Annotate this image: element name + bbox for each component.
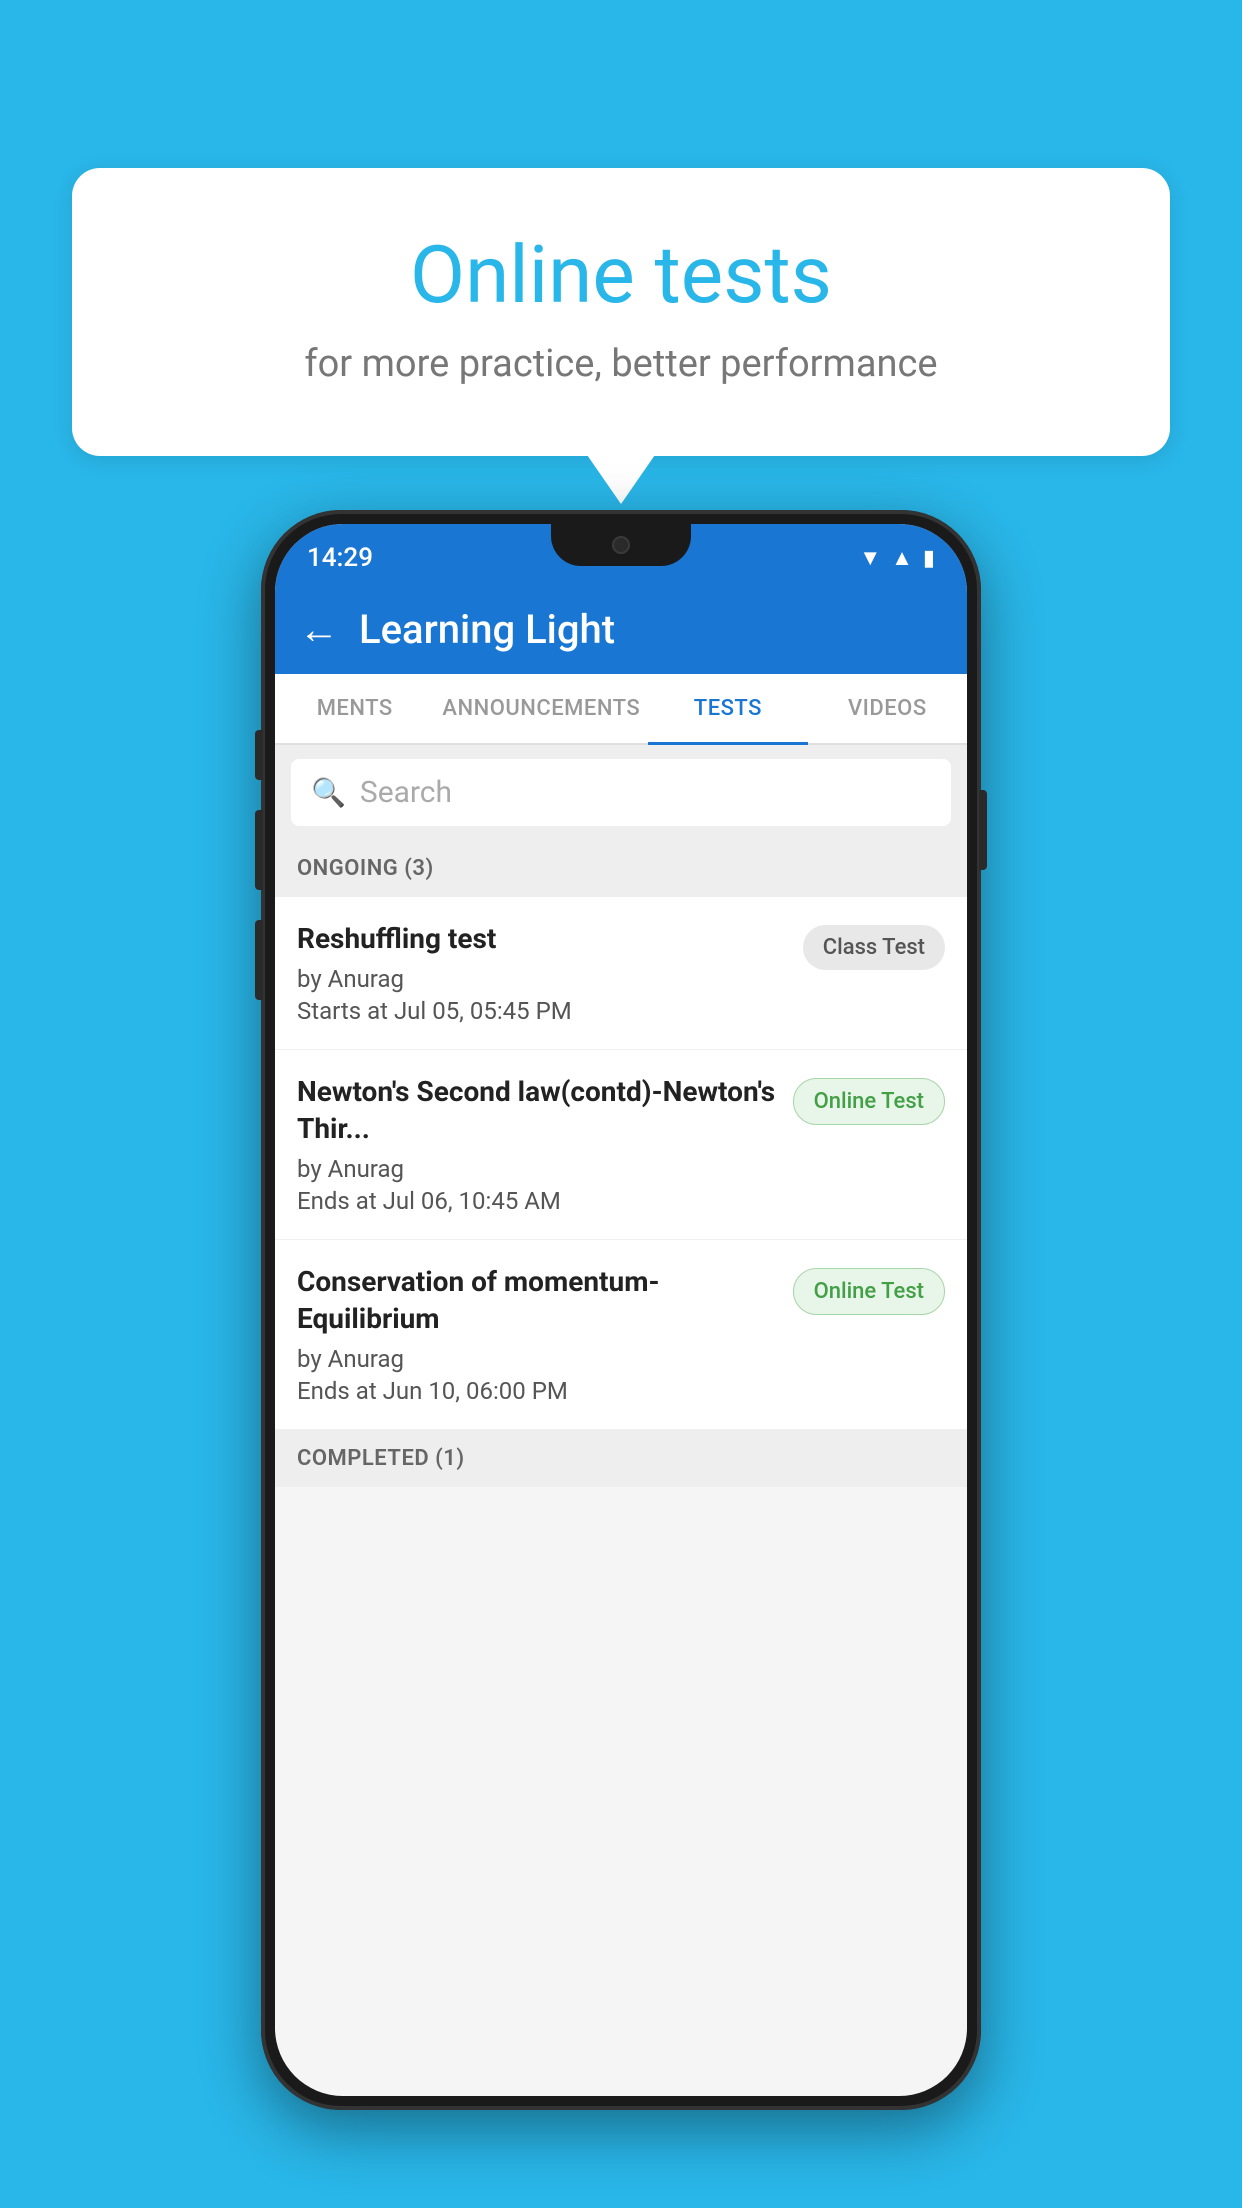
test-info: Newton's Second law(contd)-Newton's Thir… (297, 1074, 777, 1215)
test-info: Conservation of momentum-Equilibrium by … (297, 1264, 777, 1405)
test-author: by Anurag (297, 965, 787, 993)
search-container: 🔍 Search (275, 745, 967, 840)
tab-tests[interactable]: TESTS (648, 674, 807, 743)
test-name: Conservation of momentum-Equilibrium (297, 1264, 777, 1337)
phone-mockup: 14:29 ▼ ▲ ▮ ← Learning Light MENTS ANNOU… (261, 510, 981, 2110)
test-badge-online: Online Test (793, 1268, 945, 1315)
tab-ments[interactable]: MENTS (275, 674, 434, 743)
phone-notch (551, 524, 691, 566)
search-input[interactable]: 🔍 Search (291, 759, 951, 826)
test-item[interactable]: Reshuffling test by Anurag Starts at Jul… (275, 897, 967, 1050)
ongoing-section-header: ONGOING (3) (275, 840, 967, 897)
signal-icon: ▲ (891, 545, 913, 571)
camera-icon (612, 536, 630, 554)
mute-button (255, 730, 263, 780)
volume-down-button (255, 920, 263, 1000)
tab-bar: MENTS ANNOUNCEMENTS TESTS VIDEOS (275, 674, 967, 745)
test-badge-class: Class Test (803, 925, 945, 970)
bubble-subtitle: for more practice, better performance (152, 342, 1090, 386)
search-placeholder: Search (360, 775, 452, 810)
back-button[interactable]: ← (299, 606, 339, 653)
search-icon: 🔍 (311, 776, 346, 809)
test-list: Reshuffling test by Anurag Starts at Jul… (275, 897, 967, 1430)
test-info: Reshuffling test by Anurag Starts at Jul… (297, 921, 787, 1025)
tab-videos[interactable]: VIDEOS (808, 674, 967, 743)
speech-bubble: Online tests for more practice, better p… (72, 168, 1170, 456)
bubble-title: Online tests (152, 228, 1090, 322)
test-date: Ends at Jul 06, 10:45 AM (297, 1187, 777, 1215)
test-date: Ends at Jun 10, 06:00 PM (297, 1377, 777, 1405)
test-item[interactable]: Conservation of momentum-Equilibrium by … (275, 1240, 967, 1430)
test-date: Starts at Jul 05, 05:45 PM (297, 997, 787, 1025)
test-author: by Anurag (297, 1155, 777, 1183)
phone-screen: 14:29 ▼ ▲ ▮ ← Learning Light MENTS ANNOU… (275, 524, 967, 2096)
test-name: Newton's Second law(contd)-Newton's Thir… (297, 1074, 777, 1147)
phone-frame: 14:29 ▼ ▲ ▮ ← Learning Light MENTS ANNOU… (261, 510, 981, 2110)
power-button (979, 790, 987, 870)
battery-icon: ▮ (923, 546, 935, 571)
test-item[interactable]: Newton's Second law(contd)-Newton's Thir… (275, 1050, 967, 1240)
app-bar: ← Learning Light (275, 584, 967, 674)
test-badge-online: Online Test (793, 1078, 945, 1125)
volume-up-button (255, 810, 263, 890)
status-icons: ▼ ▲ ▮ (859, 545, 935, 571)
test-name: Reshuffling test (297, 921, 787, 957)
test-author: by Anurag (297, 1345, 777, 1373)
status-time: 14:29 (307, 543, 373, 573)
completed-section-header: COMPLETED (1) (275, 1430, 967, 1487)
app-title: Learning Light (359, 606, 615, 653)
tab-announcements[interactable]: ANNOUNCEMENTS (434, 674, 648, 743)
wifi-icon: ▼ (859, 545, 881, 571)
